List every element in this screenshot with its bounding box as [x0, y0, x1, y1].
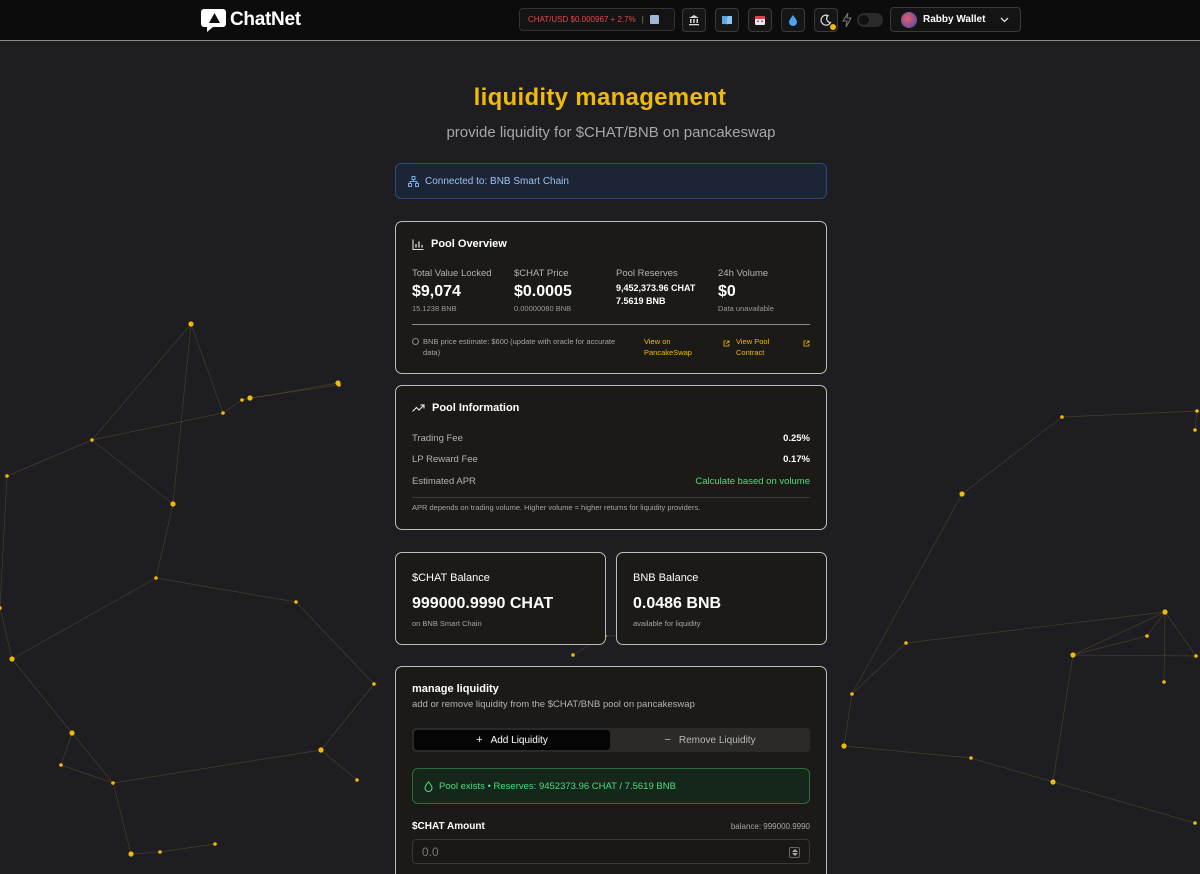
chat-bubble-logo-icon — [201, 9, 226, 32]
price-stat: $CHAT Price $0.0005 0.00000080 BNB — [514, 268, 572, 313]
trading-fee-row: Trading Fee 0.25% — [412, 433, 810, 444]
volume-stat: 24h Volume $0 Data unavailable — [718, 268, 774, 313]
tab-add-liquidity[interactable]: + Add Liquidity — [414, 730, 610, 750]
price-value: $0.0005 — [514, 283, 572, 300]
pool-status-text: Pool exists • Reserves: 9452373.96 CHAT … — [439, 780, 676, 792]
tvl-value: $9,074 — [412, 283, 461, 300]
chevron-down-icon — [1000, 17, 1009, 23]
info-icon — [412, 338, 419, 345]
chart-icon — [649, 15, 659, 24]
pool-information-header: Pool Information — [412, 402, 519, 414]
view-on-pancakeswap-link[interactable]: View on PancakeSwap — [644, 336, 706, 358]
pool-status-banner: Pool exists • Reserves: 9452373.96 CHAT … — [412, 768, 810, 804]
manage-liquidity-subtitle: add or remove liquidity from the $CHAT/B… — [412, 699, 695, 710]
manage-liquidity-card: manage liquidity add or remove liquidity… — [395, 666, 827, 874]
droplet-icon — [789, 15, 797, 26]
network-status-banner: Connected to: BNB Smart Chain — [395, 163, 827, 199]
chat-balance-sub: on BNB Smart Chain — [412, 619, 482, 628]
estimated-apr-row: Estimated APR Calculate based on volume — [412, 476, 810, 487]
chat-amount-balance: balance: 999000.9990 — [730, 822, 810, 831]
reserves-label: Pool Reserves — [616, 268, 678, 279]
bnb-balance-sub: available for liquidity — [633, 619, 701, 628]
bnb-balance-title: BNB Balance — [633, 572, 699, 584]
price-ticker[interactable]: CHAT/USD $0.000967 + 2.7% | — [519, 8, 675, 31]
reserves-stat: Pool Reserves 9,452,373.96 CHAT 7.5619 B… — [616, 268, 695, 308]
wallet-button[interactable]: Rabby Wallet — [890, 7, 1021, 32]
view-pool-contract-link[interactable]: View Pool Contract — [736, 336, 790, 358]
chat-amount-input[interactable] — [412, 839, 810, 864]
divider — [412, 324, 810, 325]
price-label: $CHAT Price — [514, 268, 569, 279]
bnb-balance-card: BNB Balance 0.0486 BNB available for liq… — [616, 552, 827, 645]
number-stepper[interactable] — [789, 847, 800, 858]
lp-reward-fee-row: LP Reward Fee 0.17% — [412, 454, 810, 465]
wallet-avatar — [901, 11, 917, 28]
page-title: liquidity management — [473, 84, 727, 111]
trending-up-icon — [412, 404, 425, 412]
bank-button[interactable] — [682, 8, 706, 32]
price-sub: 0.00000080 BNB — [514, 304, 572, 313]
reserves-chat: 9,452,373.96 CHAT — [616, 283, 696, 293]
bank-icon — [689, 15, 699, 26]
docs-button[interactable] — [715, 8, 739, 32]
divider — [412, 497, 810, 498]
pool-overview-header: Pool Overview — [412, 238, 507, 250]
plus-icon: + — [476, 734, 483, 746]
book-icon — [722, 16, 732, 25]
volume-value: $0 — [718, 283, 736, 300]
pool-information-card: Pool Information Trading Fee 0.25% LP Re… — [395, 385, 827, 530]
volume-label: 24h Volume — [718, 268, 769, 279]
tab-remove-label: Remove Liquidity — [678, 734, 756, 746]
main-content: liquidity management provide liquidity f… — [0, 41, 1200, 874]
manage-liquidity-title: manage liquidity — [412, 683, 499, 695]
page-subtitle: provide liquidity for $CHAT/BNB on panca… — [446, 124, 776, 141]
minus-icon: − — [664, 734, 671, 746]
mode-toggle[interactable] — [857, 13, 883, 27]
calendar-icon — [755, 16, 765, 25]
bolt-icon — [842, 12, 852, 28]
estimated-apr-value: Calculate based on volume — [695, 476, 810, 487]
theme-indicator-dot — [830, 24, 836, 30]
estimated-apr-label: Estimated APR — [412, 476, 476, 487]
lp-reward-fee-value: 0.17% — [783, 454, 810, 465]
wallet-label: Rabby Wallet — [923, 14, 986, 25]
reserves-bnb: 7.5619 BNB — [616, 296, 666, 306]
network-status-text: Connected to: BNB Smart Chain — [425, 175, 569, 187]
chat-amount-label: $CHAT Amount — [412, 821, 485, 832]
chat-balance-title: $CHAT Balance — [412, 572, 490, 584]
pool-overview-title: Pool Overview — [431, 238, 507, 250]
liquidity-button[interactable] — [781, 8, 805, 32]
ticker-label: CHAT/USD $0.000967 + 2.7% — [528, 15, 636, 24]
tvl-label: Total Value Locked — [412, 268, 492, 279]
tvl-stat: Total Value Locked $9,074 15.1238 BNB — [412, 268, 492, 313]
tab-remove-liquidity[interactable]: − Remove Liquidity — [612, 730, 808, 750]
bar-chart-icon — [412, 239, 424, 250]
pool-information-title: Pool Information — [432, 402, 520, 414]
volume-sub: Data unavailable — [718, 304, 774, 313]
trading-fee-label: Trading Fee — [412, 433, 463, 444]
external-link-icon[interactable] — [803, 340, 810, 347]
pool-overview-card: Pool Overview Total Value Locked $9,074 … — [395, 221, 827, 374]
lp-reward-fee-label: LP Reward Fee — [412, 454, 478, 465]
logo-text: ChatNet — [230, 8, 301, 30]
liquidity-tabs: + Add Liquidity − Remove Liquidity — [412, 728, 810, 752]
ticker-separator: | — [641, 15, 644, 24]
network-icon — [408, 175, 419, 187]
tvl-sub: 15.1238 BNB — [412, 304, 457, 313]
apr-note: APR depends on trading volume. Higher vo… — [412, 503, 701, 512]
top-navbar: ChatNet CHAT/USD $0.000967 + 2.7% | Rabb… — [0, 0, 1200, 41]
price-note: BNB price estimate: $600 (update with or… — [412, 336, 632, 358]
theme-button[interactable] — [814, 8, 838, 32]
tab-add-label: Add Liquidity — [490, 734, 548, 746]
trading-fee-value: 0.25% — [783, 433, 810, 444]
bnb-balance-value: 0.0486 BNB — [633, 595, 722, 612]
droplet-icon — [424, 780, 433, 792]
price-note-text: BNB price estimate: $600 (update with or… — [423, 337, 616, 357]
logo[interactable]: ChatNet — [201, 6, 301, 33]
calendar-button[interactable] — [748, 8, 772, 32]
external-link-icon[interactable] — [723, 340, 730, 347]
chat-balance-card: $CHAT Balance 999000.9990 CHAT on BNB Sm… — [395, 552, 606, 645]
chat-balance-value: 999000.9990 CHAT — [412, 595, 554, 612]
